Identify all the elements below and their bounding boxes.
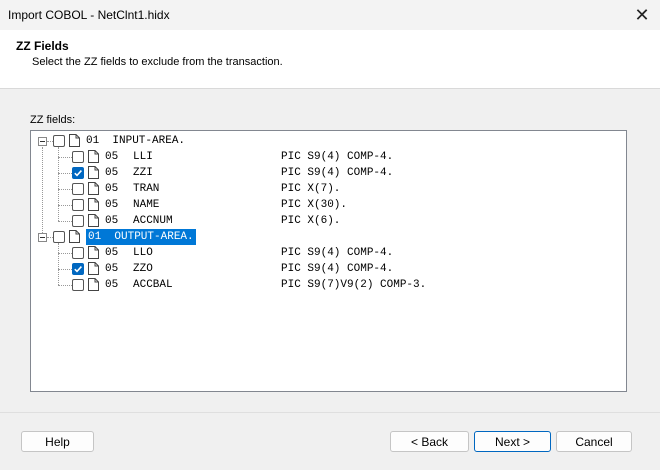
footer-divider xyxy=(0,412,660,413)
tree-connector xyxy=(47,237,53,238)
document-icon xyxy=(69,230,80,243)
field-name: ZZI xyxy=(133,167,153,179)
tree-connector xyxy=(58,253,72,254)
document-icon xyxy=(88,214,99,227)
field-pic-clause: PIC S9(4) COMP-4. xyxy=(281,247,394,259)
collapse-icon[interactable] xyxy=(38,137,47,146)
field-level: 05 xyxy=(105,183,119,195)
field-name: NAME xyxy=(133,199,160,211)
tree-group-row[interactable]: 01 INPUT-AREA. xyxy=(31,133,626,149)
tree-field-row[interactable]: 05 ACCNUM PIC X(6). xyxy=(31,213,626,229)
field-pic-clause: PIC X(6). xyxy=(281,215,341,227)
field-name: ZZO xyxy=(133,263,153,275)
tree-field-row[interactable]: 05 TRAN PIC X(7). xyxy=(31,181,626,197)
close-icon[interactable]: ✕ xyxy=(632,5,652,25)
zz-fields-tree[interactable]: 01 INPUT-AREA. 05 LLI PIC S9(4) COMP-4. 05 ZZ… xyxy=(30,130,627,392)
cancel-button[interactable]: Cancel xyxy=(556,431,632,452)
checkbox[interactable] xyxy=(53,135,65,147)
tree-connector xyxy=(58,243,59,285)
field-level: 05 xyxy=(105,279,119,291)
field-level: 05 xyxy=(105,215,119,227)
tree-connector xyxy=(58,285,72,286)
document-icon xyxy=(88,246,99,259)
next-button[interactable]: Next > xyxy=(474,431,551,452)
checkbox[interactable] xyxy=(53,231,65,243)
page-subtitle: Select the ZZ fields to exclude from the… xyxy=(32,56,283,68)
field-level: 05 xyxy=(105,263,119,275)
field-level: 05 xyxy=(105,247,119,259)
document-icon xyxy=(69,134,80,147)
checkbox[interactable] xyxy=(72,279,84,291)
group-label: 01 OUTPUT-AREA. xyxy=(86,229,196,245)
document-icon xyxy=(88,182,99,195)
field-level: 05 xyxy=(105,199,119,211)
field-pic-clause: PIC X(30). xyxy=(281,199,348,211)
checkbox[interactable] xyxy=(72,151,84,163)
field-name: ACCBAL xyxy=(133,279,173,291)
tree-connector xyxy=(58,269,72,270)
back-button[interactable]: < Back xyxy=(390,431,469,452)
wizard-header: ZZ Fields Select the ZZ fields to exclud… xyxy=(0,30,660,89)
document-icon xyxy=(88,198,99,211)
window-title: Import COBOL - NetClnt1.hidx xyxy=(8,8,170,22)
tree-field-row[interactable]: 05 ACCBAL PIC S9(7)V9(2) COMP-3. xyxy=(31,277,626,293)
tree-connector xyxy=(47,141,53,142)
tree-field-row[interactable]: 05 NAME PIC X(30). xyxy=(31,197,626,213)
collapse-icon[interactable] xyxy=(38,233,47,242)
tree-connector xyxy=(58,205,72,206)
checkbox-checked[interactable] xyxy=(72,167,84,179)
field-pic-clause: PIC X(7). xyxy=(281,183,341,195)
tree-connector xyxy=(58,221,72,222)
field-pic-clause: PIC S9(4) COMP-4. xyxy=(281,167,394,179)
tree-connector xyxy=(58,157,72,158)
field-name: TRAN xyxy=(133,183,160,195)
tree-field-row[interactable]: 05 ZZO PIC S9(4) COMP-4. xyxy=(31,261,626,277)
field-level: 05 xyxy=(105,151,119,163)
checkbox[interactable] xyxy=(72,183,84,195)
field-name: ACCNUM xyxy=(133,215,173,227)
field-pic-clause: PIC S9(4) COMP-4. xyxy=(281,151,394,163)
title-bar: Import COBOL - NetClnt1.hidx ✕ xyxy=(0,0,660,30)
field-pic-clause: PIC S9(4) COMP-4. xyxy=(281,263,394,275)
tree-connector xyxy=(42,147,43,233)
group-label: 01 INPUT-AREA. xyxy=(86,135,186,147)
page-title: ZZ Fields xyxy=(16,39,69,53)
tree-connector xyxy=(58,173,72,174)
checkbox[interactable] xyxy=(72,215,84,227)
document-icon xyxy=(88,278,99,291)
tree-group-row[interactable]: 01 OUTPUT-AREA. xyxy=(31,229,626,245)
document-icon xyxy=(88,150,99,163)
tree-connector xyxy=(58,147,59,221)
tree-field-row[interactable]: 05 LLO PIC S9(4) COMP-4. xyxy=(31,245,626,261)
field-pic-clause: PIC S9(7)V9(2) COMP-3. xyxy=(281,279,427,291)
checkbox[interactable] xyxy=(72,247,84,259)
help-button[interactable]: Help xyxy=(21,431,94,452)
field-name: LLO xyxy=(133,247,153,259)
tree-field-row[interactable]: 05 ZZI PIC S9(4) COMP-4. xyxy=(31,165,626,181)
document-icon xyxy=(88,166,99,179)
tree-connector xyxy=(58,189,72,190)
zz-fields-label: ZZ fields: xyxy=(30,114,76,126)
tree-field-row[interactable]: 05 LLI PIC S9(4) COMP-4. xyxy=(31,149,626,165)
field-level: 05 xyxy=(105,167,119,179)
checkbox[interactable] xyxy=(72,199,84,211)
checkbox-checked[interactable] xyxy=(72,263,84,275)
document-icon xyxy=(88,262,99,275)
field-name: LLI xyxy=(133,151,153,163)
